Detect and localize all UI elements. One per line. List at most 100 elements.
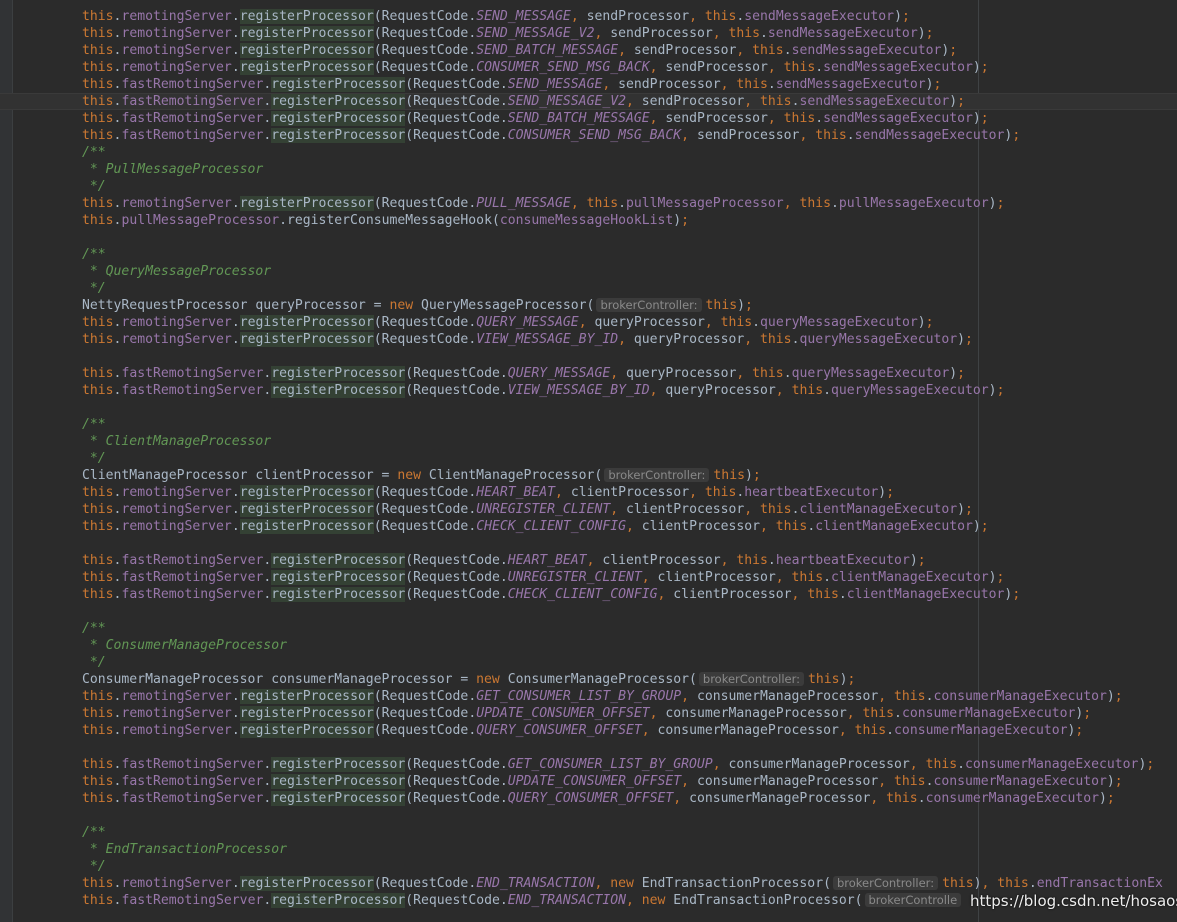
keyword-token: , [649,60,666,75]
constant-token: SEND_MESSAGE [476,9,571,24]
code-line[interactable] [0,739,1177,756]
code-line[interactable]: this.remotingServer.registerProcessor(Re… [0,484,1177,501]
code-token: . [894,706,902,721]
code-line[interactable]: this.remotingServer.registerProcessor(Re… [0,688,1177,705]
field-token: clientManageExecutor [846,587,1005,602]
code-line[interactable]: * QueryMessageProcessor [0,263,1177,280]
code-line[interactable]: this.fastRemotingServer.registerProcesso… [0,552,1177,569]
code-token: . [231,332,240,347]
code-token: clientProcessor [657,570,776,585]
field-token: sendMessageExecutor [767,26,918,41]
code-token: ) [894,9,902,24]
keyword-token: , [625,519,642,534]
code-line[interactable]: */ [0,280,1177,297]
code-line[interactable]: /** [0,144,1177,161]
code-line[interactable] [0,399,1177,416]
code-line[interactable]: NettyRequestProcessor queryProcessor = n… [0,297,1177,314]
keyword-token: this [82,366,114,381]
code-line[interactable]: this.fastRemotingServer.registerProcesso… [0,127,1177,144]
code-line[interactable]: this.fastRemotingServer.registerProcesso… [0,756,1177,773]
field-token: remotingServer [121,485,232,500]
code-token: queryProcessor [665,383,776,398]
code-line[interactable] [0,348,1177,365]
code-line[interactable]: this.remotingServer.registerProcessor(Re… [0,195,1177,212]
code-token: . [231,60,240,75]
keyword-token: this [808,672,840,687]
field-token: clientManageExecutor [815,519,973,534]
code-line[interactable]: this.remotingServer.registerProcessor(Re… [0,42,1177,59]
code-token: . [231,502,240,517]
field-token: remotingServer [121,876,232,891]
code-token: . [815,111,824,126]
code-line[interactable]: */ [0,450,1177,467]
code-line[interactable]: this.remotingServer.registerProcessor(Re… [0,875,1177,892]
code-line[interactable]: /** [0,416,1177,433]
code-token: . [823,383,831,398]
keyword-token: , this [775,570,824,585]
code-token: ClientManageProcessor( [428,468,603,483]
code-line[interactable]: this.remotingServer.registerProcessor(Re… [0,8,1177,25]
code-token: (RequestCode. [373,706,477,721]
keyword-token: , this [736,43,784,58]
code-line[interactable]: ConsumerManageProcessor consumerManagePr… [0,671,1177,688]
keyword-token: , this [689,485,737,500]
code-line[interactable]: this.remotingServer.registerProcessor(Re… [0,501,1177,518]
code-line[interactable]: this.fastRemotingServer.registerProcesso… [0,790,1177,807]
keyword-token: ; [1114,774,1123,789]
field-token: sendMessageExecutor [799,94,950,109]
code-line[interactable]: * ConsumerManageProcessor [0,637,1177,654]
code-line[interactable]: */ [0,858,1177,875]
code-line[interactable]: /** [0,246,1177,263]
constant-token: QUERY_CONSUMER_OFFSET [476,723,642,738]
code-line[interactable]: * PullMessageProcessor [0,161,1177,178]
field-token: consumeMessageHookList [499,213,674,228]
code-line[interactable]: * ClientManageProcessor [0,433,1177,450]
code-token: . [231,485,240,500]
code-line[interactable]: this.fastRemotingServer.registerProcesso… [0,586,1177,603]
code-line[interactable]: this.remotingServer.registerProcessor(Re… [0,722,1177,739]
code-line[interactable]: /** [0,824,1177,841]
code-line[interactable] [0,603,1177,620]
keyword-token: this [82,587,114,602]
code-line[interactable]: /** [0,620,1177,637]
code-line[interactable]: */ [0,178,1177,195]
field-token: heartbeatExecutor [744,485,879,500]
keyword-token: ; [886,485,895,500]
comment-token: */ [82,859,106,874]
keyword-token: ; [1075,723,1084,738]
code-line[interactable]: this.pullMessageProcessor.registerConsum… [0,212,1177,229]
code-line[interactable]: this.remotingServer.registerProcessor(Re… [0,59,1177,76]
code-line[interactable] [0,807,1177,824]
code-line[interactable]: this.fastRemotingServer.registerProcesso… [0,93,1177,110]
code-token: sendProcessor [641,94,745,109]
code-token: ) [988,383,997,398]
code-line[interactable]: this.fastRemotingServer.registerProcesso… [0,382,1177,399]
keyword-token: , [570,9,587,24]
field-token: clientManageExecutor [830,570,989,585]
keyword-token: this [82,502,114,517]
code-line[interactable]: this.fastRemotingServer.registerProcesso… [0,76,1177,93]
code-line[interactable]: this.fastRemotingServer.registerProcesso… [0,110,1177,127]
code-line[interactable]: this.fastRemotingServer.registerProcesso… [0,773,1177,790]
code-line[interactable]: this.fastRemotingServer.registerProcesso… [0,569,1177,586]
code-line[interactable]: * EndTransactionProcessor [0,841,1177,858]
method-token: registerProcessor [271,893,406,908]
code-editor[interactable]: this.remotingServer.registerProcessor(Re… [0,8,1177,909]
code-line[interactable]: this.remotingServer.registerProcessor(Re… [0,314,1177,331]
code-line[interactable]: this.remotingServer.registerProcessor(Re… [0,705,1177,722]
comment-token: /** [82,825,106,840]
code-token: EndTransactionProcessor( [641,876,831,891]
code-line[interactable] [0,229,1177,246]
field-token: remotingServer [121,519,232,534]
code-line[interactable]: */ [0,654,1177,671]
keyword-token: , this [799,128,847,143]
keyword-token: this [82,128,114,143]
code-line[interactable] [0,535,1177,552]
code-line[interactable]: this.remotingServer.registerProcessor(Re… [0,518,1177,535]
code-line[interactable]: this.remotingServer.registerProcessor(Re… [0,331,1177,348]
code-line[interactable]: this.remotingServer.registerProcessor(Re… [0,25,1177,42]
keyword-token: ; [1114,689,1123,704]
code-line[interactable]: this.fastRemotingServer.registerProcesso… [0,365,1177,382]
code-line[interactable]: ClientManageProcessor clientProcessor = … [0,467,1177,484]
field-token: remotingServer [121,502,232,517]
